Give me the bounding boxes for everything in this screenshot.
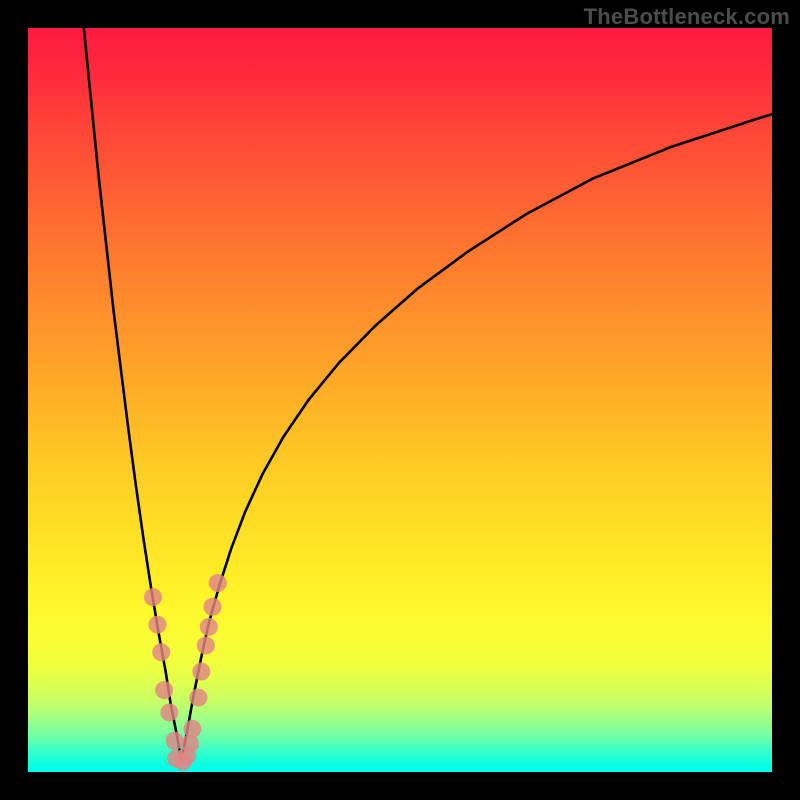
sample-marker [189, 689, 207, 707]
sample-marker [166, 732, 184, 750]
sample-marker [192, 663, 210, 681]
curve-layer [28, 28, 772, 772]
chart-frame: TheBottleneck.com [0, 0, 800, 800]
sample-marker [144, 588, 162, 606]
watermark-text: TheBottleneck.com [584, 4, 790, 30]
sample-marker [183, 720, 201, 738]
sample-marker [200, 618, 218, 636]
sample-marker [148, 616, 166, 634]
sample-marker [155, 681, 173, 699]
sample-marker [160, 703, 178, 721]
plot-area [28, 28, 772, 772]
curve-bottleneck_curve_right [181, 114, 772, 761]
sample-marker [209, 574, 227, 592]
sample-marker [197, 637, 215, 655]
sample-marker [152, 643, 170, 661]
sample-marker [204, 598, 222, 616]
